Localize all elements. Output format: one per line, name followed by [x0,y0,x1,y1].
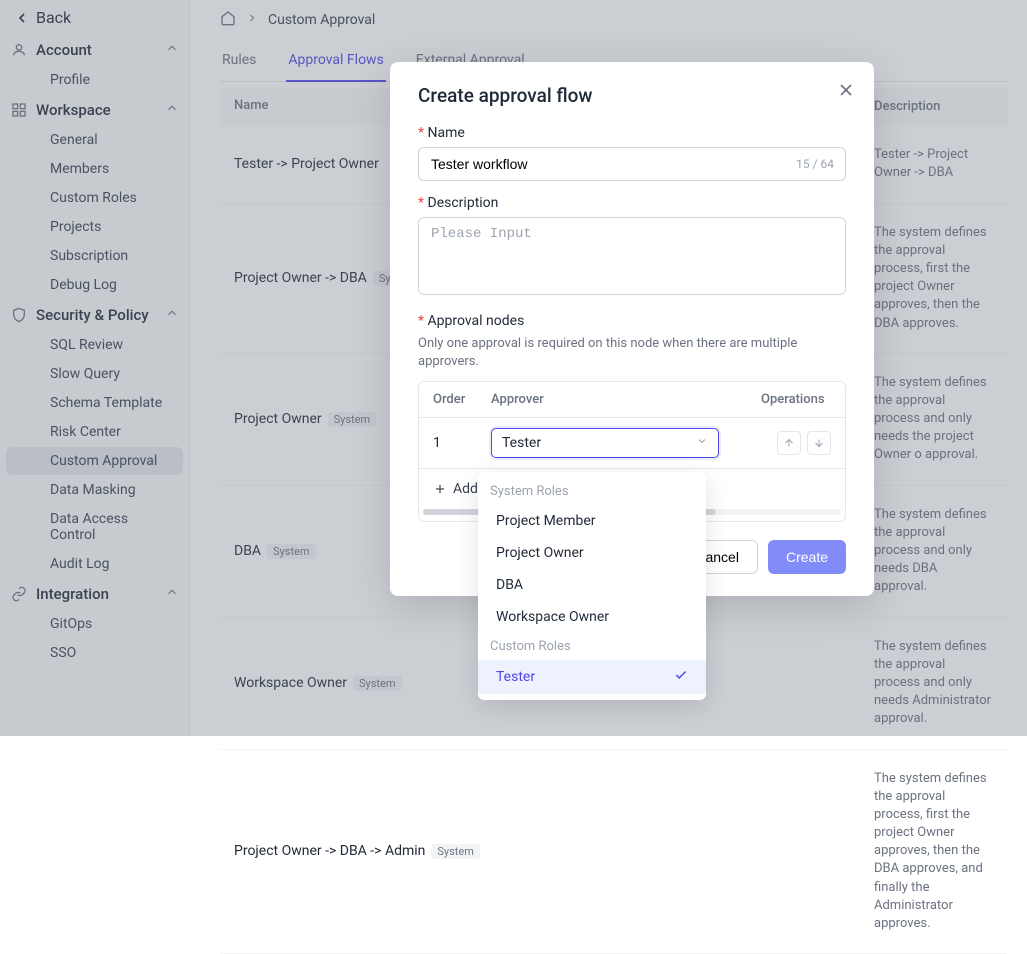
th-operations: Operations [761,392,831,407]
chevron-down-icon [696,435,708,451]
check-icon [674,668,688,686]
arrow-down-icon [813,437,825,449]
description-label: Description [418,195,846,211]
th-order: Order [433,392,491,407]
move-down-button[interactable] [807,431,831,455]
char-count: 15 / 64 [796,157,834,171]
row-name: Project Owner -> DBA -> AdminSystem [234,843,574,859]
dropdown-item-project-member[interactable]: Project Member [478,505,706,537]
approval-nodes-label: Approval nodes [418,313,846,329]
approver-dropdown: System Roles Project Member Project Owne… [478,472,706,700]
approver-value: Tester [502,435,541,451]
dropdown-group-custom: Custom Roles [478,633,706,660]
row-desc: The system defines the approval process,… [574,770,993,934]
dropdown-group-system: System Roles [478,478,706,505]
system-badge: System [431,844,480,859]
approver-select[interactable]: Tester [491,428,719,458]
create-button[interactable]: Create [768,540,846,574]
close-icon [836,80,856,100]
arrow-up-icon [783,437,795,449]
dropdown-item-workspace-owner[interactable]: Workspace Owner [478,601,706,633]
dropdown-item-project-owner[interactable]: Project Owner [478,537,706,569]
name-label: Name [418,125,846,141]
name-input[interactable] [418,147,846,181]
node-row: 1 Tester [419,418,845,469]
dropdown-item-dba[interactable]: DBA [478,569,706,601]
th-approver: Approver [491,392,761,407]
dropdown-item-tester[interactable]: Tester [478,660,706,694]
modal-title: Create approval flow [418,84,846,107]
description-input[interactable] [418,217,846,295]
close-button[interactable] [836,80,856,104]
table-row[interactable]: Project Owner -> DBA -> AdminSystemThe s… [220,750,1007,954]
plus-icon [433,482,447,496]
move-up-button[interactable] [777,431,801,455]
node-order: 1 [433,435,491,451]
approval-nodes-hint: Only one approval is required on this no… [418,335,846,371]
